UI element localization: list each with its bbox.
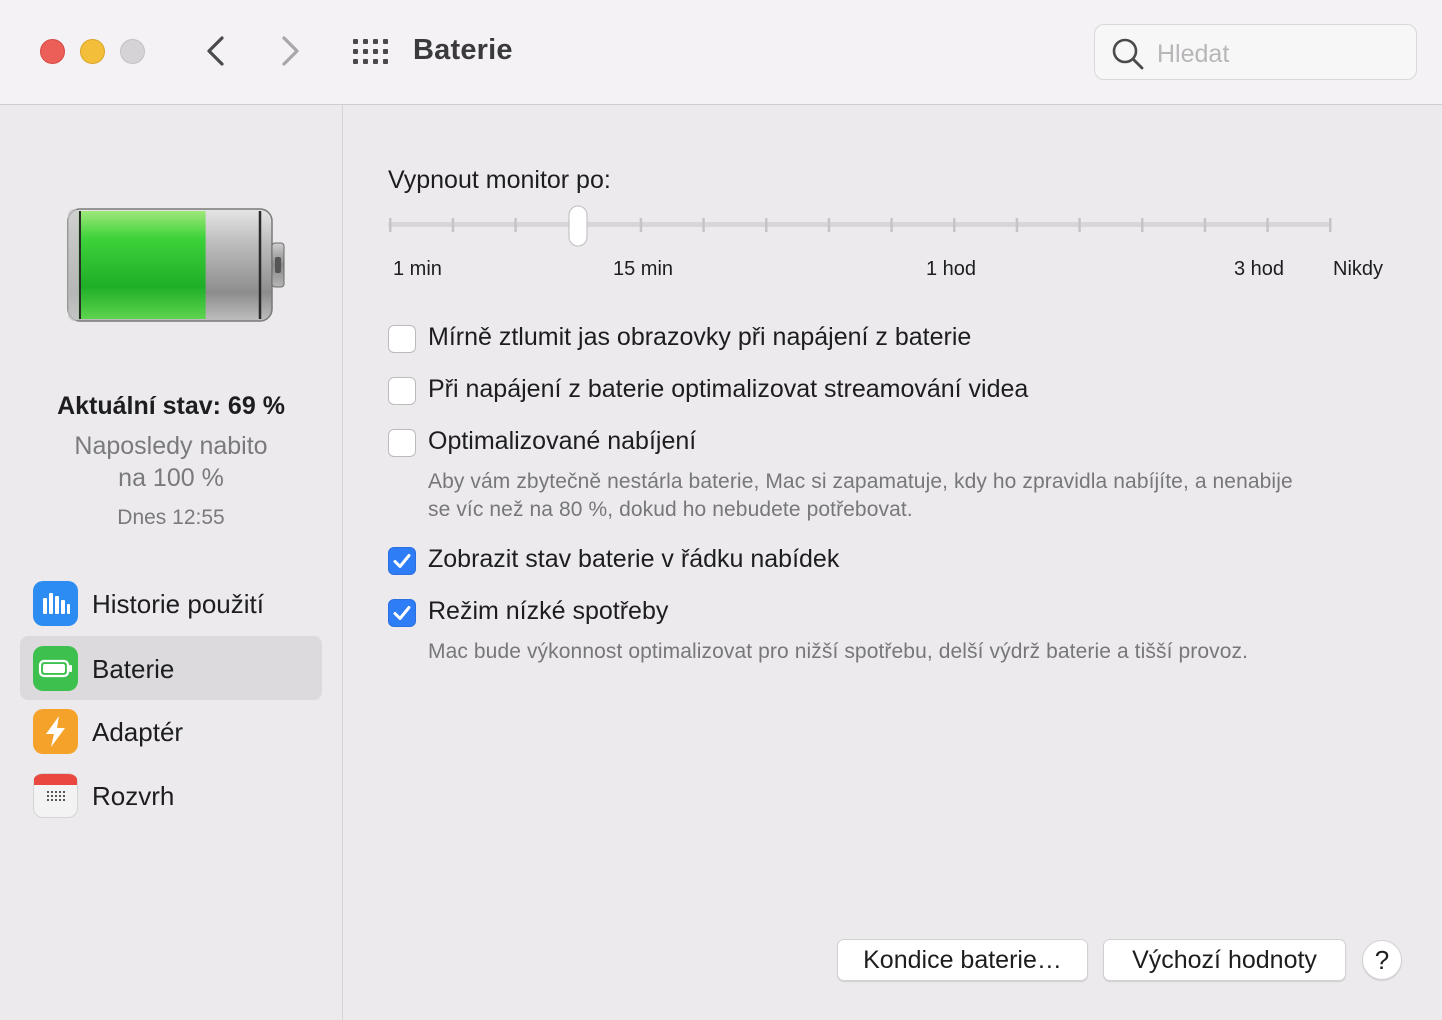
title-bar: Baterie (0, 0, 1442, 105)
slider-tick (1266, 218, 1269, 232)
checkmark-icon (393, 606, 411, 620)
chevron-right-icon (282, 36, 299, 66)
checkbox[interactable] (388, 547, 416, 575)
slider-tick (1015, 218, 1019, 232)
checkmark-icon (393, 554, 411, 568)
slider-label-1min: 1 min (393, 258, 442, 280)
search-field[interactable] (1094, 24, 1417, 80)
optimized-charging-description-line2: se víc než na 80 %, dokud ho nebudete po… (428, 498, 913, 521)
checkbox[interactable] (388, 599, 416, 627)
forward-button[interactable] (272, 33, 308, 69)
help-button[interactable]: ? (1362, 940, 1402, 980)
slider-tick (639, 218, 643, 232)
chevron-left-icon (207, 36, 224, 66)
slider-tick (702, 218, 705, 232)
slider-tick (1203, 218, 1207, 232)
sidebar-item-label: Historie použití (92, 589, 264, 619)
checkbox[interactable] (388, 377, 416, 405)
sidebar-item-label: Adaptér (92, 717, 184, 747)
window-title: Baterie (413, 34, 513, 66)
low-power-mode-description: Mac bude výkonnost optimalizovat pro niž… (428, 640, 1249, 663)
battery-status-level: Aktuální stav: 69 % (57, 392, 285, 420)
slider-tick (451, 218, 455, 232)
optimized-charging-description-line1: Aby vám zbytečně nestárla baterie, Mac s… (428, 470, 1293, 493)
bar-chart-icon (33, 581, 78, 626)
slider-tick (1329, 218, 1332, 232)
battery-health-button[interactable]: Kondice baterie… (837, 939, 1088, 981)
search-input[interactable] (1155, 35, 1399, 73)
display-off-slider[interactable] (388, 204, 1332, 248)
slider-label-3hod: 3 hod (1234, 258, 1285, 280)
zoom-window-button[interactable] (120, 39, 145, 64)
battery-icon (33, 646, 78, 691)
checkbox[interactable] (388, 429, 416, 457)
option-label: Zobrazit stav baterie v řádku nabídek (428, 545, 840, 573)
close-window-button[interactable] (40, 39, 65, 64)
sidebar-item-schedule[interactable]: Rozvrh (20, 763, 322, 827)
slider-label-15min: 15 min (613, 258, 674, 280)
slider-tick (1141, 218, 1144, 232)
sidebar-item-usage-history[interactable]: Historie použití (20, 571, 322, 635)
restore-defaults-button[interactable]: Výchozí hodnoty (1103, 939, 1346, 981)
slider-tick (827, 218, 831, 232)
slider-tick (953, 218, 956, 232)
option-label: Při napájení z baterie optimalizovat str… (428, 375, 1029, 403)
slider-tick (890, 218, 893, 232)
search-icon (1112, 38, 1144, 70)
slider-tick (514, 218, 517, 232)
display-off-title: Vypnout monitor po: (388, 166, 611, 194)
checkbox[interactable] (388, 325, 416, 353)
slider-label-1hod: 1 hod (926, 258, 977, 280)
minimize-window-button[interactable] (80, 39, 105, 64)
lightning-bolt-icon (33, 709, 78, 754)
back-button[interactable] (198, 33, 234, 69)
battery-level-icon (67, 208, 285, 322)
sidebar-item-battery[interactable]: Baterie (20, 636, 322, 700)
last-charged-time: Dnes 12:55 (117, 506, 225, 529)
show-all-grid-icon[interactable] (352, 38, 390, 66)
last-charged-value: na 100 % (118, 464, 224, 492)
slider-track (388, 222, 1330, 227)
sidebar-item-adapter[interactable]: Adaptér (20, 699, 322, 763)
slider-label-never: Nikdy (1333, 258, 1384, 280)
slider-tick (765, 218, 768, 232)
slider-knob[interactable] (568, 205, 588, 247)
slider-tick (1078, 218, 1081, 232)
option-label: Optimalizované nabíjení (428, 427, 697, 455)
sidebar-item-label: Rozvrh (92, 781, 175, 811)
calendar-icon (33, 773, 78, 818)
option-label: Mírně ztlumit jas obrazovky při napájení… (428, 323, 972, 351)
option-label: Režim nízké spotřeby (428, 597, 669, 625)
last-charged-label: Naposledy nabito (74, 432, 268, 460)
sidebar-item-label: Baterie (92, 654, 175, 684)
slider-tick (389, 218, 392, 232)
